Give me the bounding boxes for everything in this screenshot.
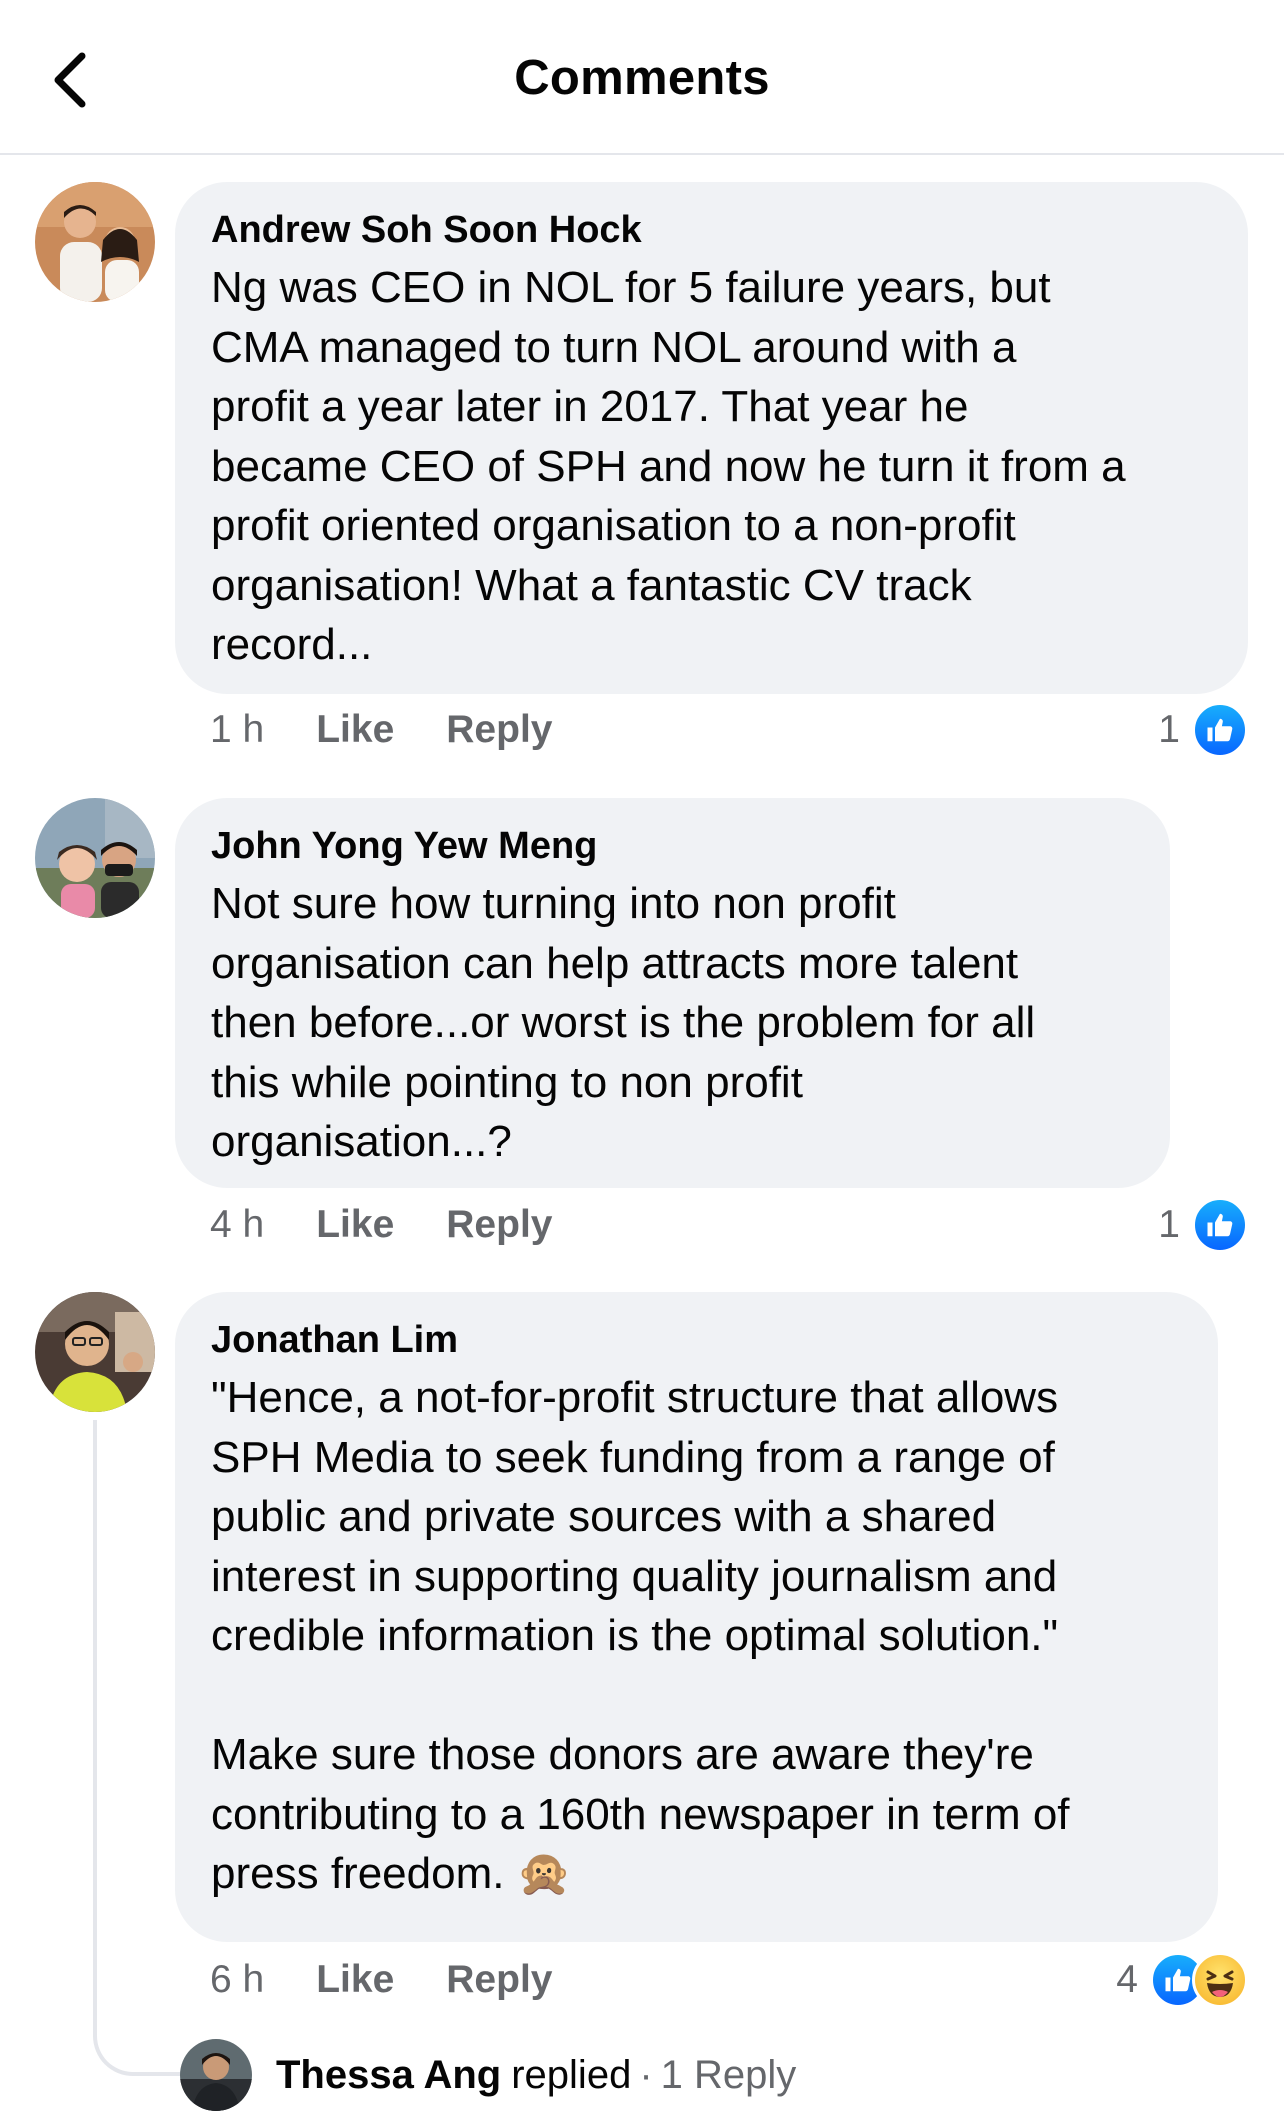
comment-text: Ng was CEO in NOL for 5 failure years, b… xyxy=(211,263,1126,669)
avatar[interactable] xyxy=(35,798,155,918)
comment-author[interactable]: Andrew Soh Soon Hock xyxy=(211,206,1212,254)
comment-time[interactable]: 6 h xyxy=(210,1958,264,2002)
comment-text: "Hence, a not-for-profit structure that … xyxy=(211,1368,1182,1904)
comment-actions: 6 h Like Reply xyxy=(210,1950,604,2010)
avatar[interactable] xyxy=(35,1292,155,1412)
reply-button[interactable]: Reply xyxy=(446,708,552,752)
comment-text-body: "Hence, a not-for-profit structure that … xyxy=(211,1373,1070,1898)
reply-count: 1 Reply xyxy=(660,2052,797,2097)
comment-bubble: Andrew Soh Soon Hock Ng was CEO in NOL f… xyxy=(175,182,1248,694)
comment-actions: 4 h Like Reply xyxy=(210,1195,604,1255)
like-reaction-icon xyxy=(1192,702,1248,758)
like-reaction-icon xyxy=(1192,1197,1248,1253)
comment-bubble: John Yong Yew Meng Not sure how turning … xyxy=(175,798,1170,1188)
reaction-summary[interactable]: 4 xyxy=(1116,1950,1248,2010)
separator-dot: · xyxy=(639,2052,653,2097)
comment-bubble: Jonathan Lim "Hence, a not-for-profit st… xyxy=(175,1292,1218,1942)
reply-avatar xyxy=(180,2039,252,2111)
top-bar: Comments xyxy=(0,0,1284,155)
reaction-count: 1 xyxy=(1158,1203,1180,1246)
reply-button[interactable]: Reply xyxy=(446,1958,552,2002)
reaction-count: 4 xyxy=(1116,1958,1138,2001)
reply-thread-line xyxy=(93,1420,181,2076)
comment-author[interactable]: John Yong Yew Meng xyxy=(211,822,1134,870)
replied-label: replied xyxy=(511,2052,632,2097)
comment-text: Not sure how turning into non profit org… xyxy=(211,879,1036,1166)
like-button[interactable]: Like xyxy=(316,708,394,752)
reaction-summary[interactable]: 1 xyxy=(1158,1195,1248,1255)
comment-time[interactable]: 1 h xyxy=(210,708,264,752)
page-title: Comments xyxy=(514,51,770,105)
avatar[interactable] xyxy=(35,182,155,302)
comment-author[interactable]: Jonathan Lim xyxy=(211,1316,1182,1364)
reaction-summary[interactable]: 1 xyxy=(1158,700,1248,760)
haha-reaction-icon xyxy=(1192,1952,1248,2008)
comment-time[interactable]: 4 h xyxy=(210,1203,264,1247)
reaction-count: 1 xyxy=(1158,708,1180,751)
see-no-evil-monkey-emoji: 🙊 xyxy=(516,1849,572,1898)
replier-name: Thessa Ang xyxy=(276,2052,502,2097)
like-button[interactable]: Like xyxy=(316,1958,394,2002)
comment-actions: 1 h Like Reply xyxy=(210,700,604,760)
reply-button[interactable]: Reply xyxy=(446,1203,552,1247)
like-button[interactable]: Like xyxy=(316,1203,394,1247)
view-replies-link[interactable]: Thessa Ang replied · 1 Reply xyxy=(180,2035,796,2115)
